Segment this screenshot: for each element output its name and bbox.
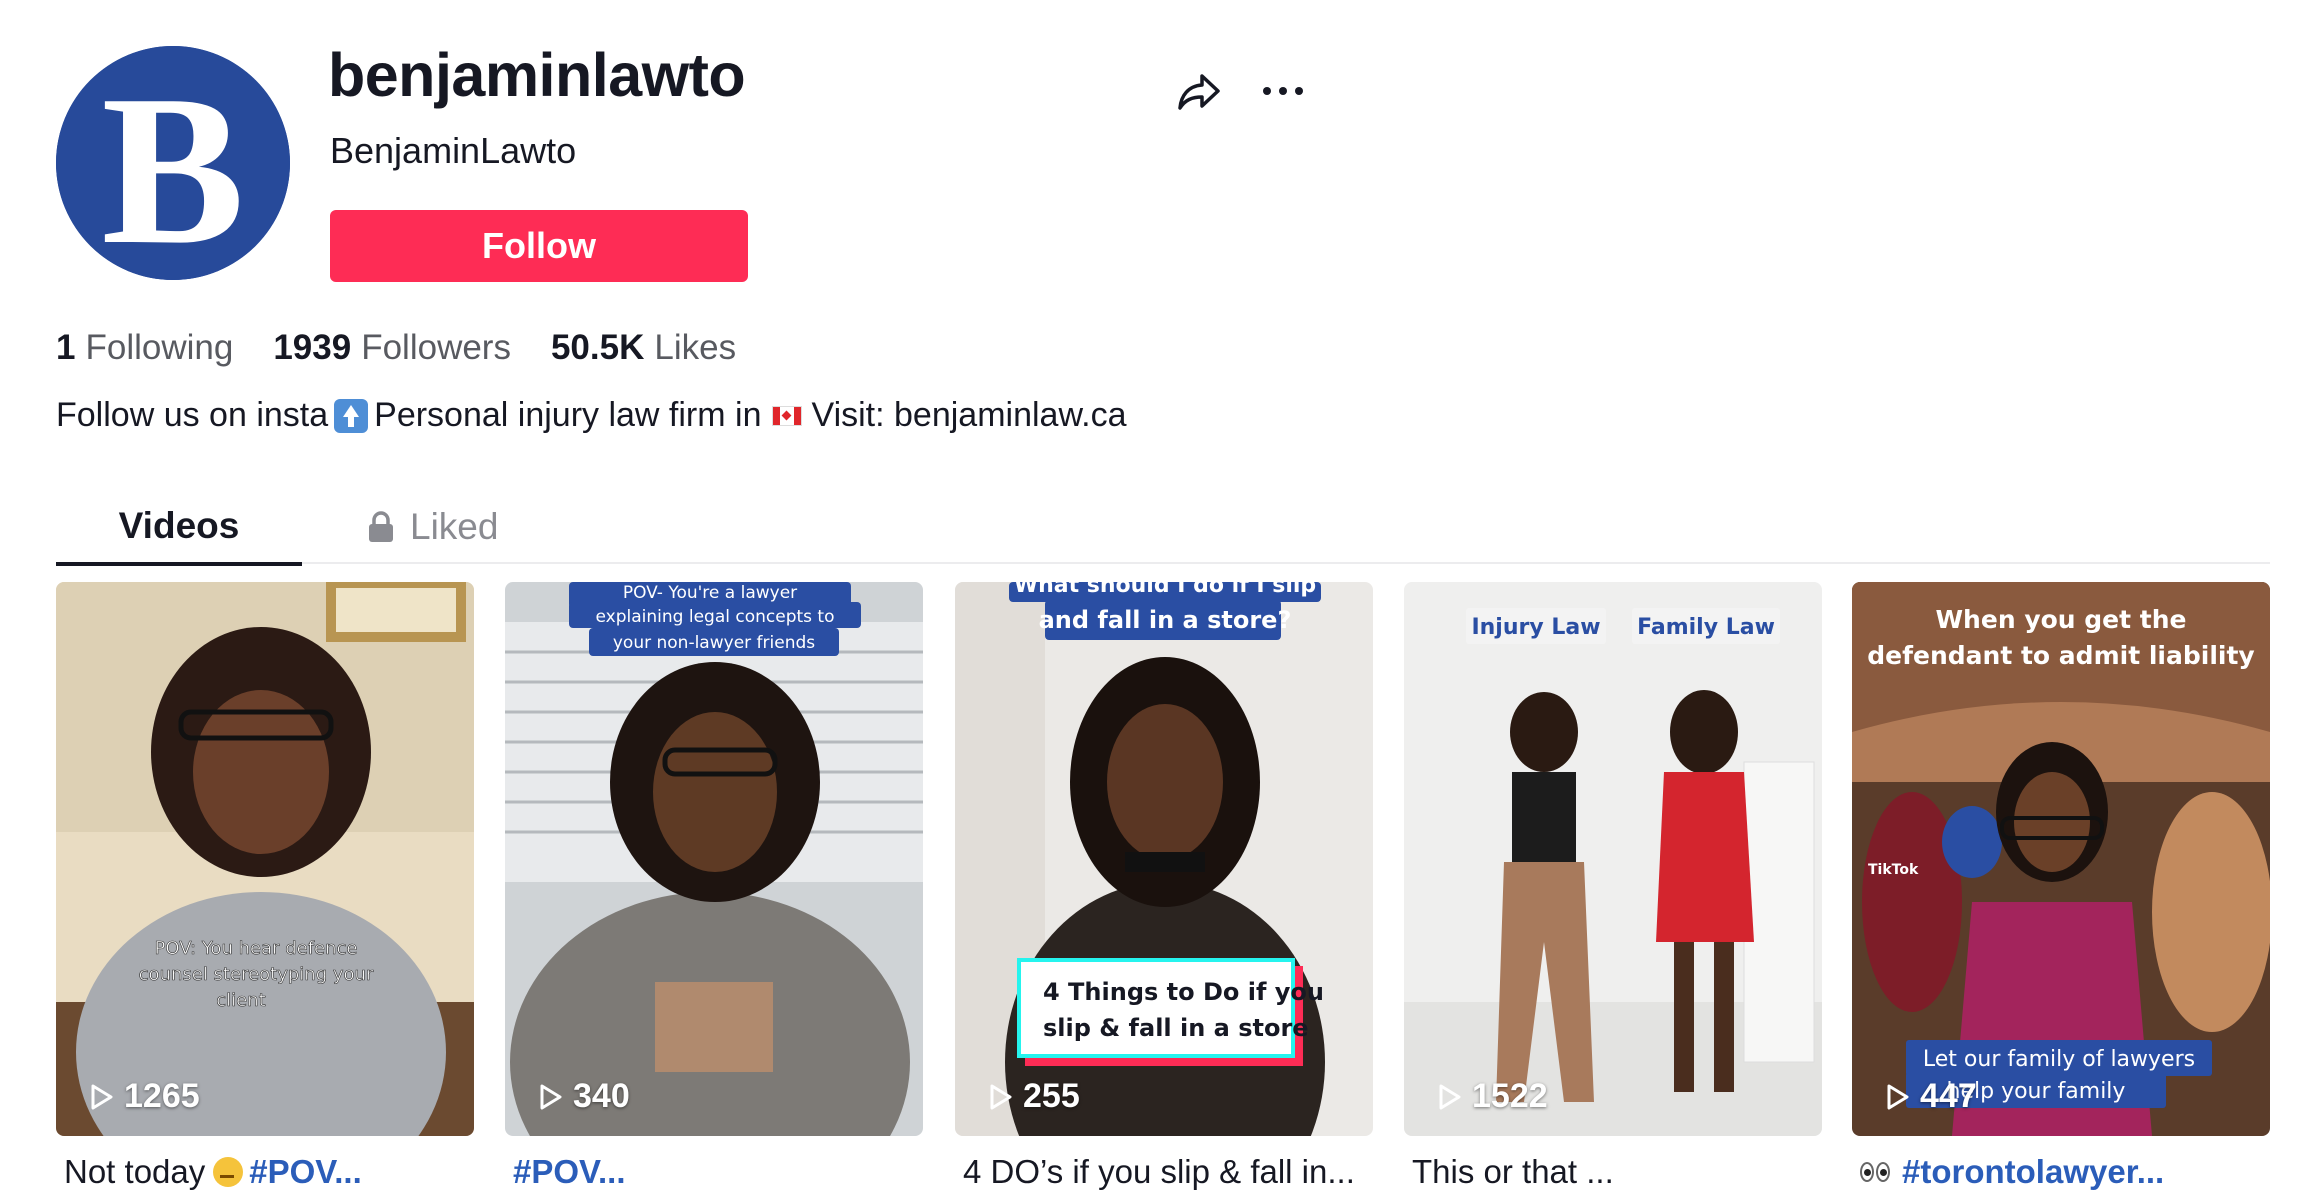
profile-bio: Follow us on insta Personal injury law f… [56,396,1126,435]
video-thumbnail[interactable]: What should I do if I slip and fall in a… [955,582,1373,1136]
profile-avatar: B [56,46,290,280]
video-card[interactable]: POV- You're a lawyer explaining legal co… [505,582,923,1194]
view-count-value: 1265 [124,1077,200,1115]
stat-followers-label: Followers [361,328,511,367]
canada-flag-emoji-icon [771,405,802,426]
tiktok-watermark: TikTok [1868,862,1919,878]
svg-text:client: client [216,990,265,1011]
view-count: 340 [535,1077,630,1116]
lock-icon [369,511,393,542]
caption-text: This or that ... [1412,1153,1614,1190]
view-count-value: 255 [1023,1077,1080,1115]
video-thumbnail[interactable]: Injury Law Family Law 1522 [1404,582,1822,1136]
video-caption[interactable]: This or that ... [1404,1150,1822,1194]
caption-hashtag[interactable]: #POV... [249,1153,362,1191]
svg-text:Injury Law: Injury Law [1471,615,1600,640]
video-card[interactable]: POV: You hear defence counsel stereotypi… [56,582,474,1194]
share-icon[interactable] [1172,64,1226,118]
follow-button[interactable]: Follow [330,210,748,282]
view-count: 1265 [86,1077,200,1116]
video-card[interactable]: What should I do if I slip and fall in a… [955,582,1373,1194]
profile-stats: 1 Following 1939 Followers 50.5K Likes [56,328,776,368]
view-count-value: 1522 [1472,1077,1548,1115]
caption-text: 4 DO’s if you slip & fall in... [963,1153,1355,1190]
view-count: 255 [985,1077,1080,1116]
play-icon [1439,1084,1461,1109]
play-icon [540,1084,562,1109]
tab-videos-label: Videos [118,505,240,546]
eyes-emoji-icon [1860,1162,1892,1182]
play-icon [990,1084,1012,1109]
svg-text:POV- You're a lawyer: POV- You're a lawyer [623,583,797,603]
svg-text:When you get the: When you get the [1935,605,2186,634]
caption-hashtag[interactable]: #torontolawyer... [1902,1153,2164,1191]
tab-liked-label: Liked [410,506,499,547]
svg-text:B: B [101,50,244,280]
video-card[interactable]: When you get the defendant to admit liab… [1852,582,2270,1194]
stat-followers-value: 1939 [273,328,352,367]
svg-text:counsel stereotyping your: counsel stereotyping your [139,964,374,985]
profile-tabs: Videos Liked [56,490,2270,566]
video-thumbnail[interactable]: POV: You hear defence counsel stereotypi… [56,582,474,1136]
video-thumbnail[interactable]: When you get the defendant to admit liab… [1852,582,2270,1136]
svg-text:defendant to admit liability: defendant to admit liability [1867,641,2254,670]
profile-nickname: BenjaminLawto [330,130,577,171]
view-count-value: 447 [1920,1077,1977,1115]
more-options-icon[interactable] [1256,64,1310,118]
video-card[interactable]: Injury Law Family Law 1522 This or that … [1404,582,1822,1194]
svg-text:and fall in a store?: and fall in a store? [1039,606,1292,634]
profile-username: benjaminlawto [328,41,746,109]
up-arrow-emoji-icon [334,398,369,433]
svg-text:Let our family of lawyers: Let our family of lawyers [1923,1047,2195,1072]
video-caption[interactable]: #torontolawyer... [1852,1150,2270,1194]
stat-following-value: 1 [56,328,76,367]
svg-text:explaining legal concepts to: explaining legal concepts to [596,607,835,627]
play-icon [1887,1084,1909,1109]
stat-likes-value: 50.5K [550,328,645,367]
svg-text:slip & fall in a store: slip & fall in a store [1043,1014,1309,1042]
tab-liked[interactable]: Liked [366,490,498,564]
stat-following[interactable]: 1 Following [56,328,233,368]
caption-hashtag[interactable]: #POV... [513,1153,626,1191]
video-caption[interactable]: Not today #POV... [56,1150,474,1194]
stat-likes-label: Likes [654,328,737,367]
bio-text-2: Personal injury law firm in [374,396,762,434]
caption-text: Not today [64,1153,206,1190]
video-thumbnail[interactable]: POV- You're a lawyer explaining legal co… [505,582,923,1136]
view-count: 447 [1882,1077,1977,1116]
face-emoji-icon [213,1157,244,1187]
avatar-logo: B [56,46,290,280]
bio-text-3: Visit: benjaminlaw.ca [811,396,1127,434]
svg-text:What should I do if I slip: What should I do if I slip [1014,582,1316,598]
svg-text:4 Things to Do if you: 4 Things to Do if you [1043,978,1324,1006]
view-count: 1522 [1434,1077,1548,1116]
svg-text:Family Law: Family Law [1637,615,1775,640]
view-count-value: 340 [573,1077,630,1115]
tab-videos[interactable]: Videos [56,490,302,566]
svg-text:your non-lawyer friends: your non-lawyer friends [613,633,815,653]
video-caption[interactable]: #POV... [505,1150,923,1194]
stat-likes: 50.5K Likes [551,328,736,368]
stat-following-label: Following [85,328,234,367]
bio-text-1: Follow us on insta [56,396,329,434]
play-icon [91,1084,113,1109]
stat-followers[interactable]: 1939 Followers [273,328,511,368]
svg-text:POV: You hear defence: POV: You hear defence [154,938,357,959]
video-caption[interactable]: 4 DO’s if you slip & fall in... [955,1150,1373,1194]
